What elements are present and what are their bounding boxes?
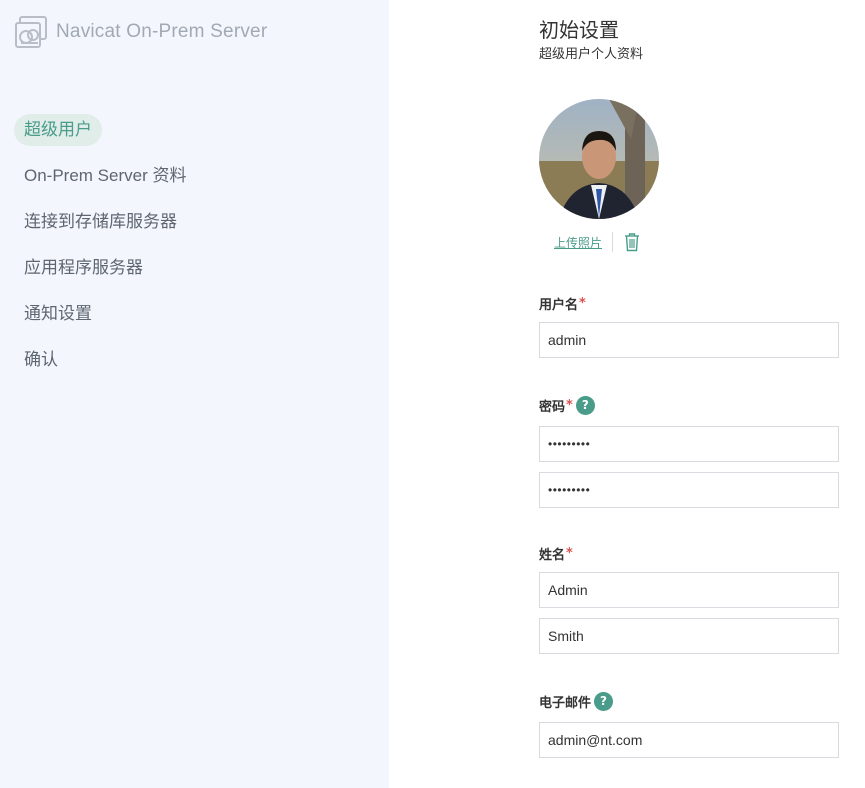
password-confirm-input[interactable] [539,472,839,508]
password-label: 密码 *? [539,396,595,415]
avatar [539,99,659,219]
help-icon[interactable]: ? [594,692,614,711]
trash-icon[interactable] [623,232,641,252]
photo-actions: 上传照片 [554,232,641,252]
help-icon[interactable]: ? [575,396,595,415]
sidebar: Navicat On-Prem Server 超级用户 On-Prem Serv… [0,0,389,788]
upload-photo-link[interactable]: 上传照片 [554,234,602,251]
username-label: 用户名 * [539,294,586,313]
navicat-logo-icon [15,16,47,48]
password-input[interactable] [539,426,839,462]
sidebar-item-superuser[interactable]: 超级用户 [14,114,102,146]
name-label-text: 姓名 [539,548,566,563]
brand: Navicat On-Prem Server [14,14,267,50]
email-label-text: 电子邮件 [539,696,592,711]
sidebar-nav: 超级用户 On-Prem Server 资料 连接到存储库服务器 应用程序服务器… [14,114,196,390]
required-mark: * [579,296,586,311]
required-mark: * [566,398,573,413]
sidebar-item-repository-server[interactable]: 连接到存储库服务器 [14,206,196,238]
page-title: 初始设置 [539,18,619,42]
sidebar-item-notifications[interactable]: 通知设置 [14,298,196,330]
username-input[interactable] [539,322,839,358]
first-name-input[interactable] [539,572,839,608]
name-label: 姓名 * [539,544,573,563]
email-label: 电子邮件? [539,692,614,711]
password-label-text: 密码 [539,400,566,415]
sidebar-item-onprem-profile[interactable]: On-Prem Server 资料 [14,160,196,192]
divider [612,232,614,252]
last-name-input[interactable] [539,618,839,654]
required-mark: * [566,546,573,561]
app-name: Navicat On-Prem Server [56,21,268,42]
page-subtitle: 超级用户个人资料 [539,47,644,62]
sidebar-item-confirm[interactable]: 确认 [14,344,196,376]
email-input[interactable] [539,722,839,758]
avatar-photo [539,99,659,219]
sidebar-item-app-server[interactable]: 应用程序服务器 [14,252,196,284]
username-label-text: 用户名 [539,298,579,313]
